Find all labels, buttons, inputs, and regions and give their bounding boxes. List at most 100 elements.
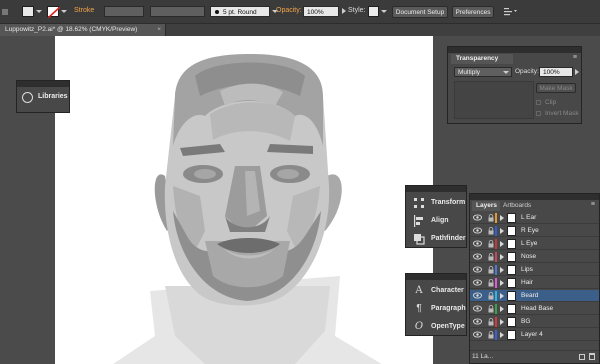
character-button[interactable]: A Character bbox=[406, 282, 466, 300]
layer-name[interactable]: Lips bbox=[521, 264, 533, 276]
layer-row[interactable]: Beard bbox=[470, 290, 599, 302]
visibility-eye-icon[interactable] bbox=[473, 305, 482, 312]
layer-row[interactable]: BG bbox=[470, 316, 599, 328]
layer-row[interactable]: L Eye bbox=[470, 238, 599, 250]
trash-icon[interactable] bbox=[589, 353, 595, 360]
opentype-button[interactable]: O OpenType bbox=[406, 318, 466, 336]
layer-row[interactable]: Head Base bbox=[470, 303, 599, 315]
layer-row[interactable]: Layer 4 bbox=[470, 329, 599, 341]
visibility-eye-icon[interactable] bbox=[473, 266, 482, 273]
transform-panel-grip[interactable] bbox=[406, 186, 466, 192]
document-setup-button[interactable]: Document Setup bbox=[392, 6, 448, 18]
clip-checkbox[interactable]: Clip bbox=[536, 99, 576, 107]
opacity-label[interactable]: Opacity: bbox=[276, 7, 302, 14]
lock-icon[interactable] bbox=[488, 331, 494, 339]
paragraph-button[interactable]: ¶ Paragraph bbox=[406, 300, 466, 318]
visibility-eye-icon[interactable] bbox=[473, 240, 482, 247]
expand-arrow-icon[interactable] bbox=[500, 241, 504, 247]
expand-arrow-icon[interactable] bbox=[500, 215, 504, 221]
layers-panel-menu-icon[interactable]: ≡ bbox=[591, 201, 595, 208]
make-mask-button[interactable]: Make Mask bbox=[536, 83, 576, 93]
panel-menu-icon[interactable]: ≡ bbox=[573, 54, 577, 61]
layer-row[interactable]: L Ear bbox=[470, 212, 599, 224]
lock-icon[interactable] bbox=[488, 266, 494, 274]
layer-name[interactable]: Beard bbox=[521, 290, 538, 302]
layers-tab[interactable]: Layers bbox=[472, 201, 500, 211]
libraries-button[interactable]: Libraries bbox=[17, 89, 69, 107]
layer-row[interactable]: Hair bbox=[470, 277, 599, 289]
layer-name[interactable]: Hair bbox=[521, 277, 533, 289]
lock-icon[interactable] bbox=[488, 240, 494, 248]
lock-icon[interactable] bbox=[488, 279, 494, 287]
layer-name[interactable]: R Eye bbox=[521, 225, 539, 237]
stroke-label[interactable]: Stroke bbox=[74, 7, 94, 14]
invert-mask-checkbox[interactable]: Invert Mask bbox=[536, 110, 580, 118]
stroke-dropdown-icon[interactable] bbox=[61, 10, 67, 13]
visibility-eye-icon[interactable] bbox=[473, 331, 482, 338]
transparency-tab[interactable]: Transparency bbox=[451, 54, 513, 64]
preferences-button[interactable]: Preferences bbox=[452, 6, 494, 18]
visibility-eye-icon[interactable] bbox=[473, 292, 482, 299]
align-icon bbox=[414, 215, 423, 227]
layer-name[interactable]: Head Base bbox=[521, 303, 553, 315]
close-tab-icon[interactable]: × bbox=[157, 24, 161, 36]
portrait-artwork[interactable] bbox=[55, 36, 433, 364]
type-panel-grip[interactable] bbox=[406, 274, 466, 280]
lock-icon[interactable] bbox=[488, 227, 494, 235]
lock-icon[interactable] bbox=[488, 305, 494, 313]
layer-name[interactable]: BG bbox=[521, 316, 530, 328]
artboards-tab[interactable]: Artboards bbox=[503, 202, 531, 209]
visibility-eye-icon[interactable] bbox=[473, 279, 482, 286]
style-swatch[interactable] bbox=[368, 6, 379, 17]
opacity-arrow-icon[interactable] bbox=[342, 8, 346, 14]
clip-checkbox-box[interactable] bbox=[536, 100, 541, 105]
fill-dropdown-icon[interactable] bbox=[36, 10, 42, 13]
visibility-eye-icon[interactable] bbox=[473, 318, 482, 325]
style-dropdown-icon[interactable] bbox=[381, 10, 387, 13]
lock-icon[interactable] bbox=[488, 253, 494, 261]
layer-row[interactable]: Lips bbox=[470, 264, 599, 276]
lock-icon[interactable] bbox=[488, 292, 494, 300]
layer-name[interactable]: Nose bbox=[521, 251, 536, 263]
lock-icon[interactable] bbox=[488, 214, 494, 222]
expand-arrow-icon[interactable] bbox=[500, 228, 504, 234]
new-layer-icon[interactable] bbox=[579, 354, 585, 360]
arrange-documents-icon[interactable] bbox=[504, 7, 517, 17]
visibility-eye-icon[interactable] bbox=[473, 253, 482, 260]
layer-name[interactable]: Layer 4 bbox=[521, 329, 543, 341]
document-tab[interactable]: Luppowitz_P2.ai* @ 18.62% (CMYK/Preview)… bbox=[0, 24, 166, 36]
expand-arrow-icon[interactable] bbox=[500, 267, 504, 273]
blend-mode-select[interactable]: Multiply bbox=[454, 67, 512, 77]
visibility-eye-icon[interactable] bbox=[473, 214, 482, 221]
expand-arrow-icon[interactable] bbox=[500, 306, 504, 312]
lock-icon[interactable] bbox=[488, 318, 494, 326]
expand-arrow-icon[interactable] bbox=[500, 332, 504, 338]
pathfinder-button[interactable]: Pathfinder bbox=[406, 230, 466, 248]
layers-panel-grip[interactable] bbox=[470, 194, 599, 200]
expand-arrow-icon[interactable] bbox=[500, 280, 504, 286]
stroke-swatch[interactable] bbox=[47, 6, 61, 19]
layer-name[interactable]: L Eye bbox=[521, 238, 537, 250]
transform-button[interactable]: Transform bbox=[406, 194, 466, 212]
expand-arrow-icon[interactable] bbox=[500, 293, 504, 299]
opacity-slider-arrow-icon[interactable] bbox=[575, 69, 579, 75]
artboard[interactable] bbox=[55, 36, 433, 364]
document-tab-title: Luppowitz_P2.ai* @ 18.62% (CMYK/Preview) bbox=[5, 26, 138, 33]
invert-mask-checkbox-box[interactable] bbox=[536, 111, 541, 116]
pathfinder-label: Pathfinder bbox=[431, 235, 466, 242]
transparency-opacity-field[interactable]: 100% bbox=[539, 67, 573, 77]
opacity-field[interactable]: 100% bbox=[303, 6, 339, 17]
fill-swatch[interactable] bbox=[22, 6, 34, 17]
libraries-panel-grip[interactable] bbox=[17, 81, 69, 87]
expand-arrow-icon[interactable] bbox=[500, 319, 504, 325]
layer-row[interactable]: Nose bbox=[470, 251, 599, 263]
transparency-panel-grip[interactable] bbox=[448, 47, 581, 53]
layer-row[interactable]: R Eye bbox=[470, 225, 599, 237]
visibility-eye-icon[interactable] bbox=[473, 227, 482, 234]
expand-arrow-icon[interactable] bbox=[500, 254, 504, 260]
align-button[interactable]: Align bbox=[406, 212, 466, 230]
brush-definition-field[interactable]: 5 pt. Round bbox=[210, 6, 270, 17]
variable-width-field[interactable] bbox=[150, 6, 205, 17]
stroke-weight-field[interactable] bbox=[104, 6, 144, 17]
layer-name[interactable]: L Ear bbox=[521, 212, 536, 224]
